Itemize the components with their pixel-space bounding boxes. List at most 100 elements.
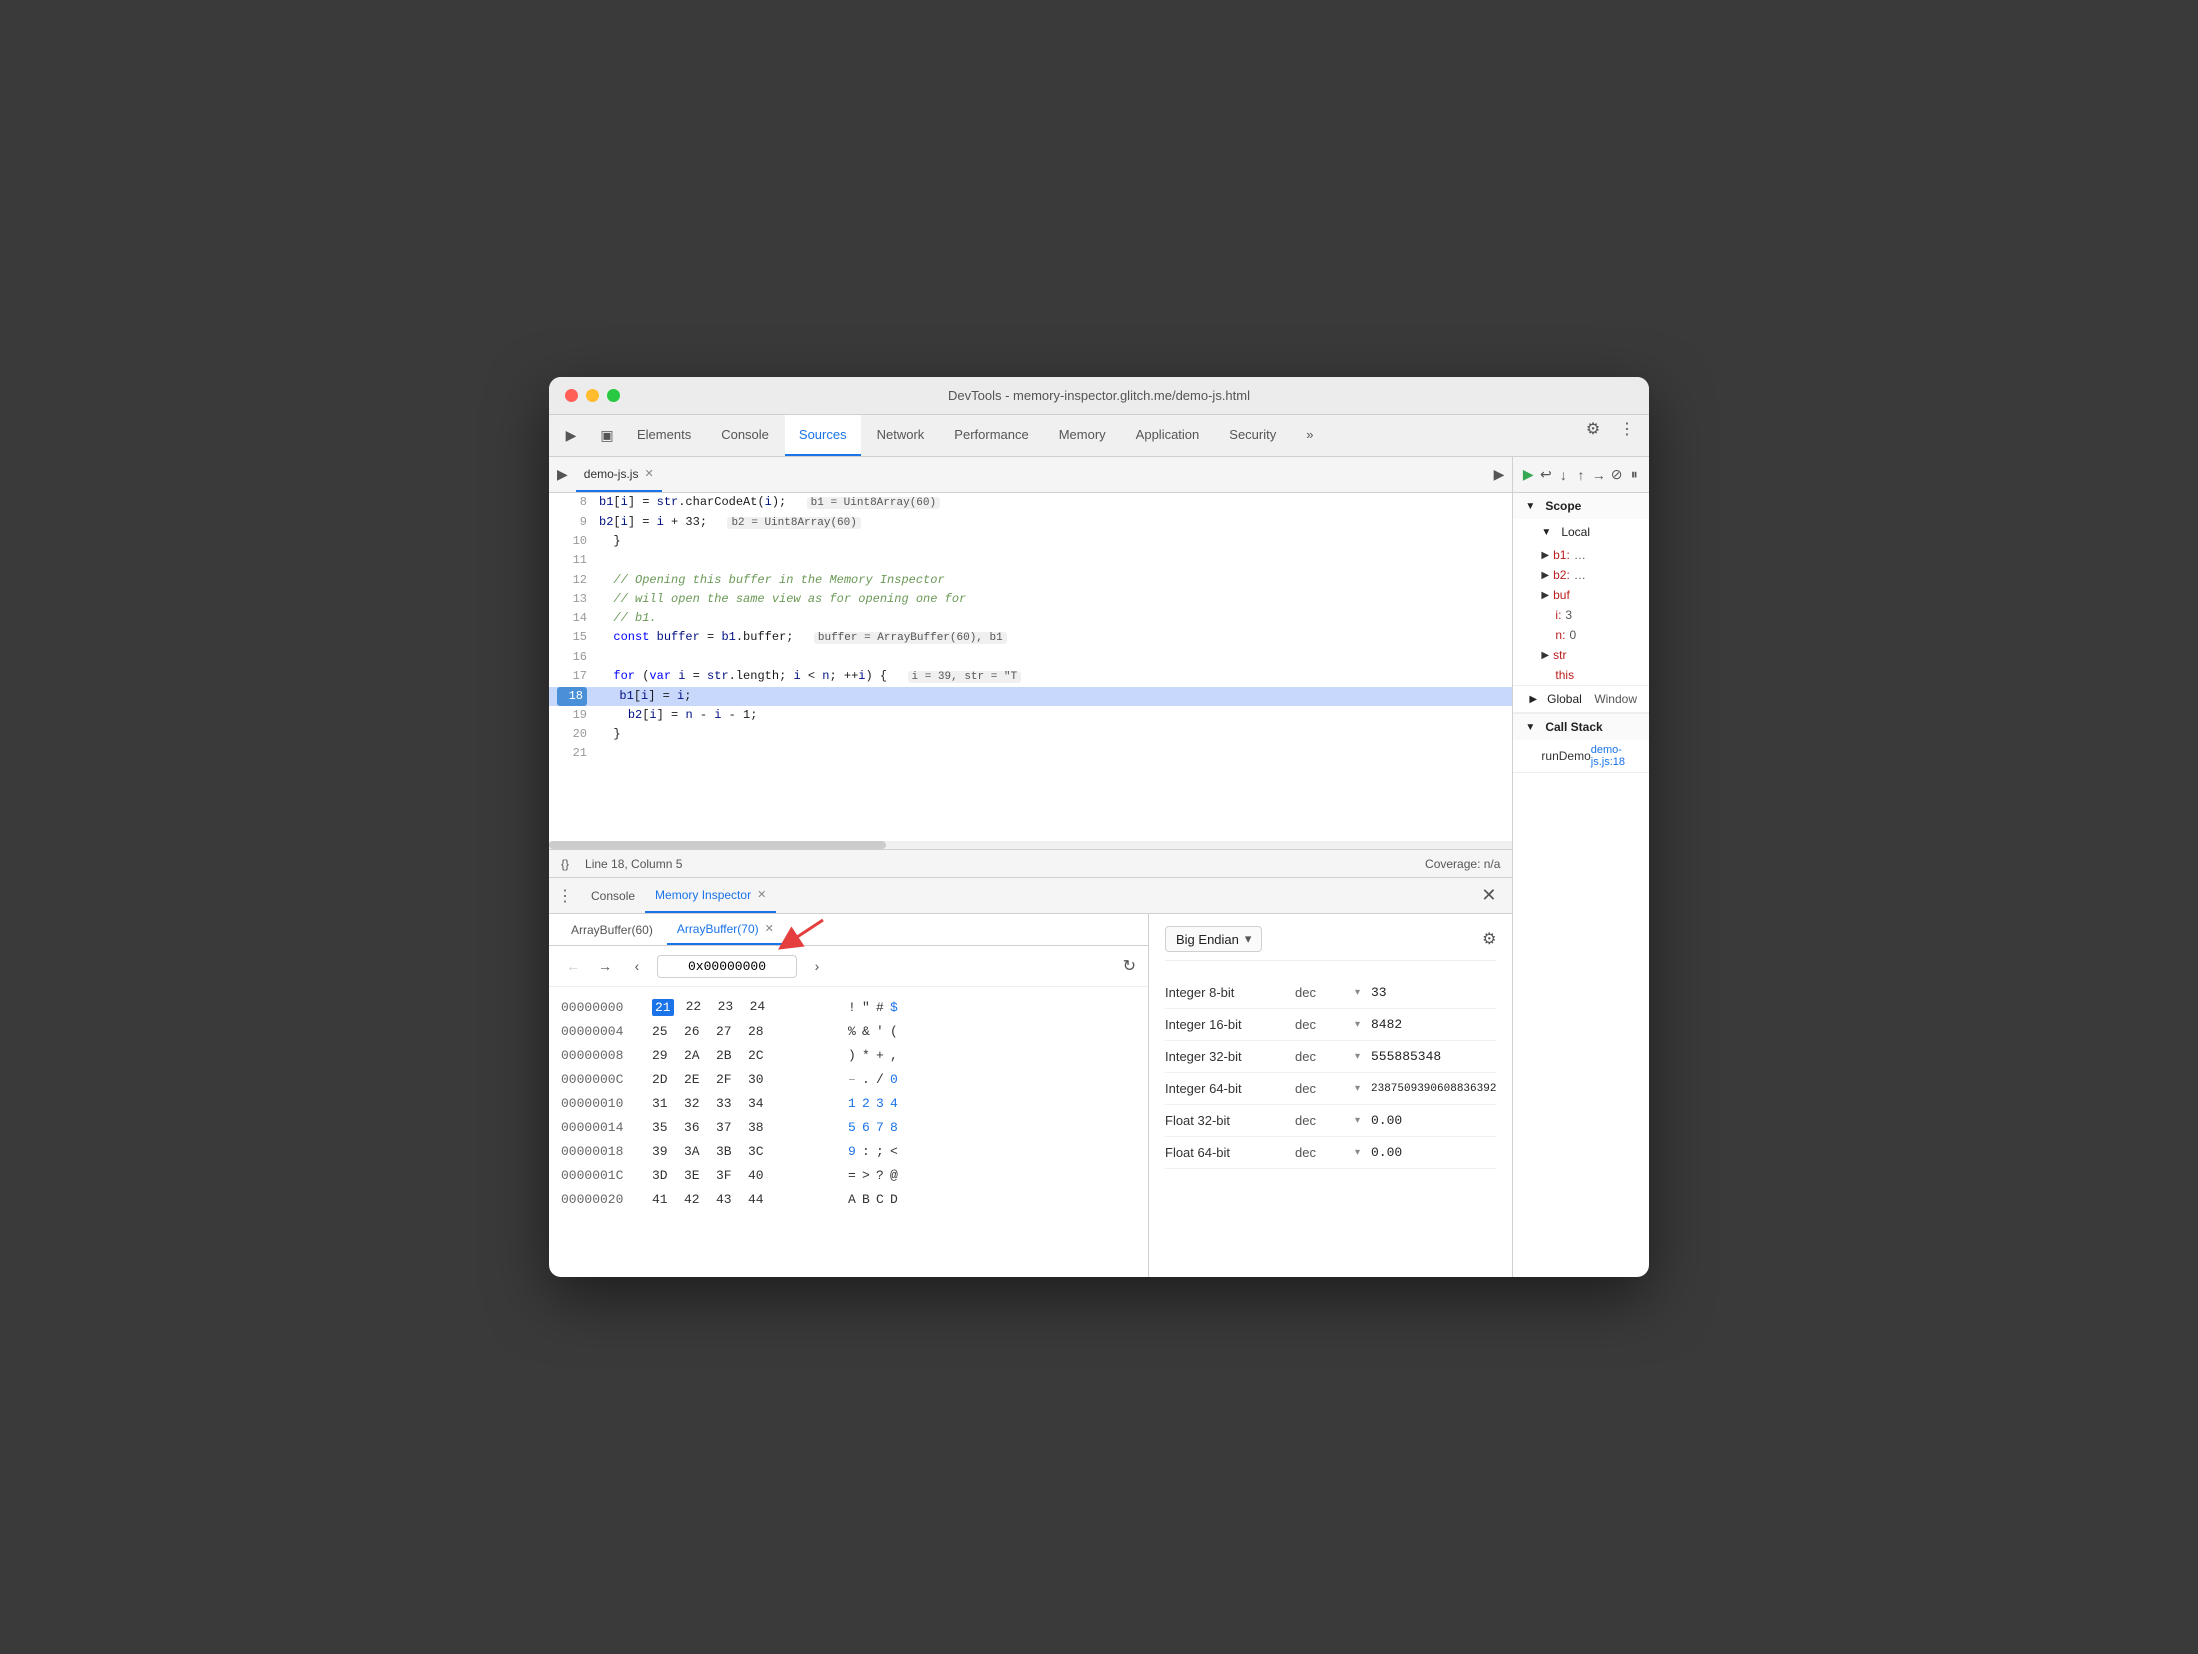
- tab-memory-inspector[interactable]: Memory Inspector ✕: [645, 878, 776, 913]
- global-header[interactable]: ▶ Global Window: [1513, 685, 1649, 712]
- type-label-int16: Integer 16-bit: [1165, 1017, 1295, 1032]
- type-row-int16: Integer 16-bit dec ▾ 8482: [1165, 1009, 1496, 1041]
- source-file-tab[interactable]: demo-js.js ✕: [576, 457, 662, 492]
- scope-item-this[interactable]: this: [1513, 665, 1649, 685]
- callstack-item-0[interactable]: runDemo demo-js.js:18: [1513, 740, 1649, 772]
- source-overflow-icon[interactable]: ▶: [1494, 466, 1505, 483]
- endian-select[interactable]: Big Endian ▾: [1165, 926, 1262, 952]
- type-value-int16: 8482: [1371, 1017, 1496, 1032]
- curly-braces-icon[interactable]: {}: [561, 857, 569, 871]
- pause-button[interactable]: ⏸: [1627, 461, 1641, 489]
- scope-item-str[interactable]: ▶ str: [1513, 645, 1649, 665]
- scope-panel: ▼ Scope ▼ Local ▶ b1: … ▶ b2:: [1513, 493, 1649, 1277]
- tab-application[interactable]: Application: [1122, 415, 1214, 456]
- tab-performance[interactable]: Performance: [940, 415, 1042, 456]
- scope-item-b2[interactable]: ▶ b2: …: [1513, 565, 1649, 585]
- type-format-arrow-int64[interactable]: ▾: [1355, 1083, 1371, 1094]
- mem-next-button[interactable]: ›: [805, 954, 829, 978]
- type-format-arrow-int8[interactable]: ▾: [1355, 987, 1371, 998]
- window-controls[interactable]: [565, 389, 620, 402]
- scope-item-i[interactable]: i: 3: [1513, 605, 1649, 625]
- settings-icon[interactable]: ⚙: [1579, 415, 1607, 443]
- callstack-fn: runDemo: [1541, 749, 1590, 763]
- scope-item-buf[interactable]: ▶ buf: [1513, 585, 1649, 605]
- tab-network[interactable]: Network: [863, 415, 939, 456]
- address-input[interactable]: [657, 955, 797, 978]
- hex-row-8: 00000020 41 42 43 44 A B: [561, 1187, 1136, 1211]
- callstack-header[interactable]: ▼ Call Stack: [1513, 713, 1649, 740]
- scope-item-b1[interactable]: ▶ b1: …: [1513, 545, 1649, 565]
- refresh-icon[interactable]: ↻: [1123, 956, 1136, 976]
- resume-button[interactable]: ▶: [1521, 461, 1535, 489]
- source-tab-close[interactable]: ✕: [644, 467, 653, 480]
- tab-security[interactable]: Security: [1215, 415, 1290, 456]
- hex-byte-23[interactable]: 23: [718, 999, 738, 1016]
- local-triangle-icon: ▼: [1541, 527, 1551, 538]
- mem-back-button[interactable]: ←: [561, 954, 585, 978]
- mem-forward-button[interactable]: →: [593, 954, 617, 978]
- type-value-int32: 555885348: [1371, 1049, 1496, 1064]
- maximize-button[interactable]: [607, 389, 620, 402]
- scope-item-n[interactable]: n: 0: [1513, 625, 1649, 645]
- code-area: 8 b1[i] = str.charCodeAt(i); b1 = Uint8A…: [549, 493, 1512, 841]
- type-label-int32: Integer 32-bit: [1165, 1049, 1295, 1064]
- callstack-label: Call Stack: [1545, 720, 1602, 734]
- endian-dropdown-icon: ▾: [1245, 931, 1252, 947]
- code-line-21: 21: [549, 744, 1512, 763]
- code-line-8: 8 b1[i] = str.charCodeAt(i); b1 = Uint8A…: [549, 493, 1512, 513]
- close-button[interactable]: [565, 389, 578, 402]
- step-button[interactable]: →: [1592, 461, 1606, 489]
- hex-byte-21[interactable]: 21: [652, 999, 674, 1016]
- type-value-int8: 33: [1371, 985, 1496, 1000]
- type-format-arrow-int32[interactable]: ▾: [1355, 1051, 1371, 1062]
- scope-header[interactable]: ▼ Scope: [1513, 493, 1649, 519]
- global-label: Global: [1547, 692, 1582, 706]
- menu-icon[interactable]: ⋮: [1613, 415, 1641, 443]
- title-bar: DevTools - memory-inspector.glitch.me/de…: [549, 377, 1649, 415]
- debugger-toolbar: ▶ ↩ ↓ ↑ → ⊘ ⏸: [1513, 457, 1649, 493]
- tab-more[interactable]: »: [1292, 415, 1327, 456]
- type-value-float32: 0.00: [1371, 1113, 1496, 1128]
- step-over-button[interactable]: ↩: [1539, 461, 1553, 489]
- scope-triangle-icon: ▼: [1525, 501, 1535, 512]
- type-format-int8: dec: [1295, 985, 1355, 1000]
- step-into-button[interactable]: ↓: [1557, 461, 1571, 489]
- tab-console-bottom[interactable]: Console: [581, 878, 645, 913]
- inspect-icon[interactable]: ▣: [593, 422, 621, 450]
- minimize-button[interactable]: [586, 389, 599, 402]
- type-format-arrow-float32[interactable]: ▾: [1355, 1115, 1371, 1126]
- hex-byte-22[interactable]: 22: [686, 999, 706, 1016]
- endian-bar: Big Endian ▾ ⚙: [1165, 926, 1496, 961]
- step-out-button[interactable]: ↑: [1574, 461, 1588, 489]
- memory-tab-close[interactable]: ✕: [757, 888, 766, 901]
- tab-elements[interactable]: Elements: [623, 415, 705, 456]
- code-line-16: 16: [549, 648, 1512, 667]
- type-format-float32: dec: [1295, 1113, 1355, 1128]
- memory-settings-icon[interactable]: ⚙: [1482, 929, 1496, 949]
- hex-row-2: 00000008 29 2A 2B 2C ) *: [561, 1043, 1136, 1067]
- tab-sources[interactable]: Sources: [785, 415, 861, 456]
- code-line-9: 9 b2[i] = i + 33; b2 = Uint8Array(60): [549, 513, 1512, 533]
- tab-memory[interactable]: Memory: [1045, 415, 1120, 456]
- buffer-tab-0[interactable]: ArrayBuffer(60): [561, 914, 663, 945]
- local-header[interactable]: ▼ Local: [1513, 519, 1649, 545]
- panel-menu-icon[interactable]: ⋮: [557, 886, 573, 906]
- deactivate-button[interactable]: ⊘: [1610, 461, 1624, 489]
- hex-row-4: 00000010 31 32 33 34 1 2: [561, 1091, 1136, 1115]
- code-line-14: 14 // b1.: [549, 609, 1512, 628]
- type-format-arrow-int16[interactable]: ▾: [1355, 1019, 1371, 1030]
- cursor-icon[interactable]: ▶: [557, 422, 585, 450]
- source-panel-top: ▶ demo-js.js ✕ ▶ 8 b1[i] = str.charCodeA…: [549, 457, 1512, 877]
- tab-console[interactable]: Console: [707, 415, 783, 456]
- source-nav-back-icon[interactable]: ▶: [557, 466, 568, 483]
- hex-row-0: 00000000 21 22 23 24 ! ": [561, 995, 1136, 1019]
- global-value: Window: [1594, 692, 1637, 706]
- hex-byte-24[interactable]: 24: [750, 999, 770, 1016]
- panel-close-button[interactable]: ✕: [1473, 885, 1504, 906]
- buffer-tab-1[interactable]: ArrayBuffer(70) ✕: [667, 914, 784, 945]
- code-line-20: 20 }: [549, 725, 1512, 744]
- hex-row-1: 00000004 25 26 27 28 % &: [561, 1019, 1136, 1043]
- type-format-arrow-float64[interactable]: ▾: [1355, 1147, 1371, 1158]
- code-scrollbar[interactable]: [549, 841, 1512, 849]
- mem-prev-button[interactable]: ‹: [625, 954, 649, 978]
